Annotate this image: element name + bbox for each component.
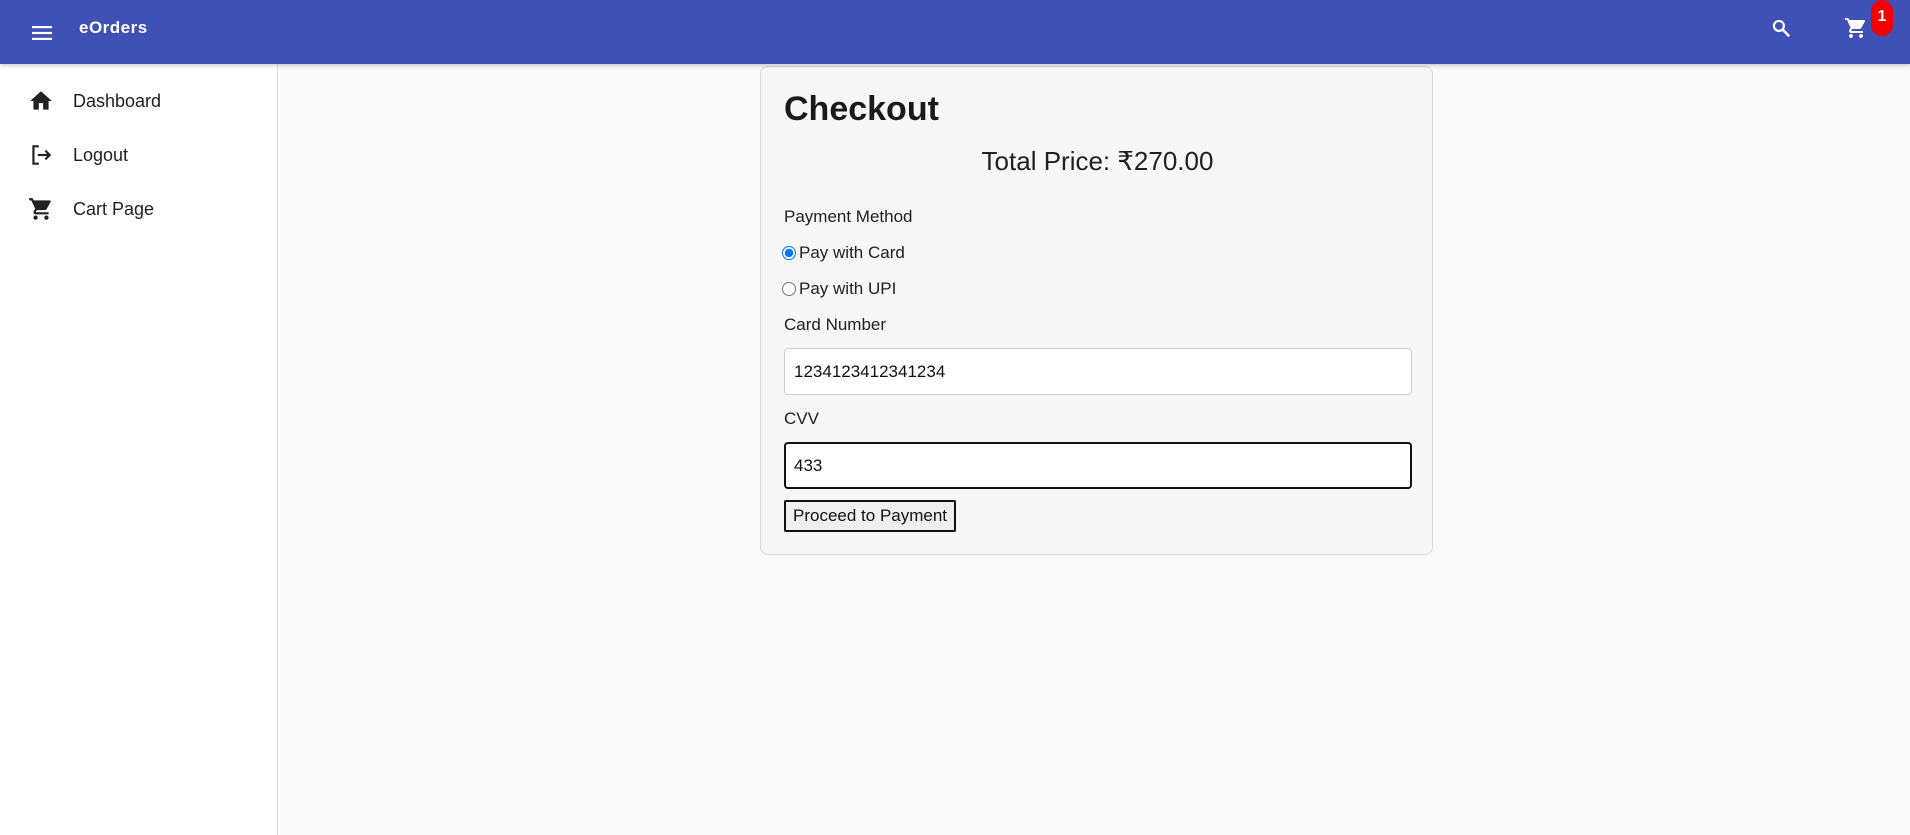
card-number-input[interactable] <box>784 348 1412 395</box>
page-title: Checkout <box>784 90 939 128</box>
pay-with-upi-option[interactable]: Pay with UPI <box>782 277 896 301</box>
top-app-bar: eOrders 1 <box>0 0 1910 64</box>
pay-with-card-radio[interactable] <box>782 246 796 260</box>
sidebar-item-logout[interactable]: Logout <box>0 130 277 178</box>
proceed-to-payment-button[interactable]: Proceed to Payment <box>784 500 957 532</box>
pay-with-upi-label: Pay with UPI <box>799 279 897 298</box>
search-icon <box>1772 19 1790 37</box>
cvv-input[interactable] <box>784 442 1412 489</box>
search-button[interactable] <box>1765 12 1797 44</box>
cvv-label: CVV <box>784 409 819 428</box>
logout-icon <box>32 145 52 165</box>
sidebar-item-label: Logout <box>73 145 129 165</box>
sidebar-item-label: Dashboard <box>73 91 162 111</box>
menu-button[interactable] <box>26 17 58 49</box>
total-price: Total Price: ₹270.00 <box>981 146 1214 176</box>
sidebar-nav: Dashboard Logout Cart Page <box>0 64 278 835</box>
cart-button[interactable] <box>1838 10 1874 46</box>
pay-with-upi-radio[interactable] <box>782 282 796 296</box>
payment-method-label: Payment Method <box>784 207 913 226</box>
pay-with-card-option[interactable]: Pay with Card <box>782 241 905 265</box>
checkout-card: Checkout Total Price: ₹270.00 Payment Me… <box>760 66 1433 555</box>
cart-count-badge: 1 <box>1871 0 1893 36</box>
app-title: eOrders <box>79 18 148 37</box>
home-icon <box>30 91 52 110</box>
menu-icon <box>32 26 52 40</box>
sidebar-item-label: Cart Page <box>73 199 155 219</box>
sidebar-item-dashboard[interactable]: Dashboard <box>0 76 277 124</box>
cart-icon <box>1845 18 1866 38</box>
pay-with-card-label: Pay with Card <box>799 243 905 262</box>
cart-icon <box>29 198 51 220</box>
card-number-label: Card Number <box>784 315 887 334</box>
sidebar-item-cart-page[interactable]: Cart Page <box>0 184 277 232</box>
